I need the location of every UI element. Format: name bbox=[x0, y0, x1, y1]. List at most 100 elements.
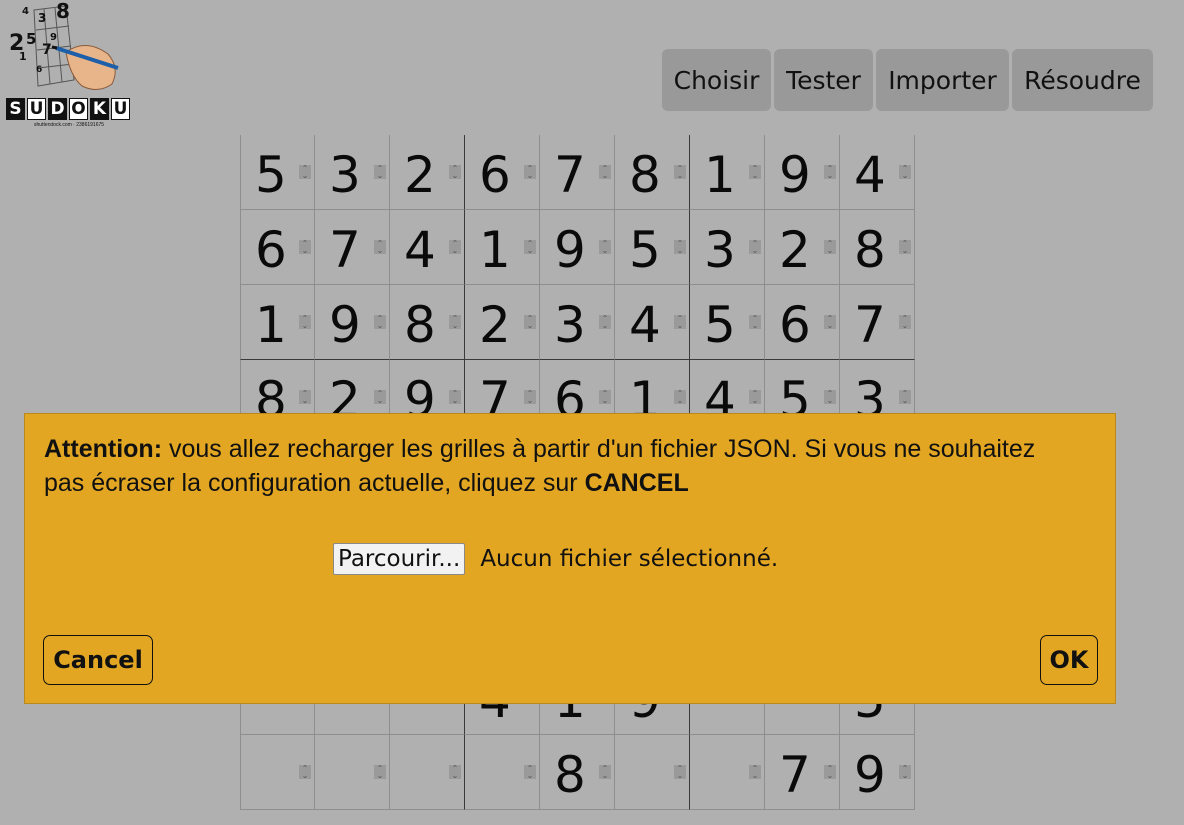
grid-cell[interactable]: ⌃⌄ bbox=[390, 735, 465, 810]
spinner-icon[interactable]: ⌃⌄ bbox=[824, 765, 836, 780]
spinner-icon[interactable]: ⌃⌄ bbox=[524, 315, 536, 330]
grid-cell[interactable]: 7 ⌃ ⌄ bbox=[315, 210, 390, 285]
spinner-icon[interactable]: ⌃⌄ bbox=[824, 240, 836, 255]
spinner-icon[interactable]: ⌃⌄ bbox=[524, 165, 536, 180]
tester-button[interactable]: Tester bbox=[774, 49, 873, 111]
grid-cell[interactable]: 7 ⌃ ⌄ bbox=[765, 735, 840, 810]
grid-cell[interactable]: 9 ⌃⌄ bbox=[840, 735, 915, 810]
spinner-icon[interactable]: ⌃⌄ bbox=[299, 765, 311, 780]
importer-button[interactable]: Importer bbox=[876, 49, 1009, 111]
grid-cell[interactable]: 1 ⌃⌄ bbox=[465, 210, 540, 285]
spinner-icon[interactable]: ⌃⌄ bbox=[749, 390, 761, 405]
logo-letter: O bbox=[69, 98, 88, 120]
spinner-icon[interactable]: ⌃⌄ bbox=[524, 240, 536, 255]
grid-cell[interactable]: 4 ⌃⌄ bbox=[840, 135, 915, 210]
spinner-icon[interactable]: ⌃⌄ bbox=[599, 315, 611, 330]
spinner-icon[interactable]: ⌃⌄ bbox=[899, 390, 911, 405]
spinner-icon[interactable]: ⌃⌄ bbox=[899, 240, 911, 255]
grid-cell[interactable]: 9 ⌃⌄ bbox=[315, 285, 390, 360]
spinner-icon[interactable]: ⌃⌄ bbox=[674, 165, 686, 180]
spinner-icon[interactable]: ⌃⌄ bbox=[749, 315, 761, 330]
cell-value: 7 bbox=[554, 146, 586, 204]
grid-cell[interactable]: 4 ⌃⌄ bbox=[615, 285, 690, 360]
spinner-icon[interactable]: ⌃⌄ bbox=[899, 315, 911, 330]
spinner-icon[interactable]: ⌃⌄ bbox=[599, 390, 611, 405]
grid-cell[interactable]: ⌃⌄ bbox=[240, 735, 315, 810]
spinner-icon[interactable]: ⌃⌄ bbox=[374, 765, 386, 780]
spinner-icon[interactable]: ⌃⌄ bbox=[374, 390, 386, 405]
grid-cell[interactable]: ⌃⌄ bbox=[465, 735, 540, 810]
spinner-icon[interactable]: ⌃⌄ bbox=[824, 315, 836, 330]
grid-cell[interactable]: 8 ⌃ ⌄ bbox=[615, 135, 690, 210]
spinner-icon[interactable]: ⌃⌄ bbox=[674, 765, 686, 780]
spinner-icon[interactable]: ⌃⌄ bbox=[449, 165, 461, 180]
grid-cell[interactable]: 4 ⌃⌄ bbox=[390, 210, 465, 285]
cell-value: 6 bbox=[479, 146, 511, 204]
cell-value: 4 bbox=[629, 296, 661, 354]
logo-word: S U D O K U bbox=[6, 98, 130, 120]
spinner-icon[interactable]: ⌃⌄ bbox=[449, 390, 461, 405]
spinner-icon[interactable]: ⌃⌄ bbox=[374, 315, 386, 330]
grid-cell[interactable]: 2 ⌃ ⌄ bbox=[465, 285, 540, 360]
resoudre-button[interactable]: Résoudre bbox=[1012, 49, 1153, 111]
grid-cell[interactable]: 7 ⌃ ⌄ bbox=[540, 135, 615, 210]
spinner-icon[interactable]: ⌃⌄ bbox=[824, 165, 836, 180]
spinner-icon[interactable]: ⌃⌄ bbox=[824, 390, 836, 405]
spinner-icon[interactable]: ⌃⌄ bbox=[449, 315, 461, 330]
spinner-icon[interactable]: ⌃⌄ bbox=[749, 765, 761, 780]
grid-cell[interactable]: 6 ⌃ ⌄ bbox=[765, 285, 840, 360]
grid-cell[interactable]: ⌃⌄ bbox=[615, 735, 690, 810]
spinner-icon[interactable]: ⌃⌄ bbox=[299, 315, 311, 330]
cell-value: 8 bbox=[554, 746, 586, 804]
spinner-icon[interactable]: ⌃⌄ bbox=[449, 765, 461, 780]
cancel-button[interactable]: Cancel bbox=[43, 635, 153, 685]
cell-value: 9 bbox=[554, 221, 586, 279]
spinner-icon[interactable]: ⌃⌄ bbox=[374, 165, 386, 180]
spinner-icon[interactable]: ⌃⌄ bbox=[749, 165, 761, 180]
grid-cell[interactable]: 3 ⌃ ⌄ bbox=[690, 210, 765, 285]
grid-cell[interactable]: ⌃⌄ bbox=[315, 735, 390, 810]
spinner-icon[interactable]: ⌃⌄ bbox=[299, 390, 311, 405]
grid-cell[interactable]: ⌃⌄ bbox=[690, 735, 765, 810]
grid-cell[interactable]: 2 ⌃ ⌄ bbox=[390, 135, 465, 210]
grid-cell[interactable]: 8 ⌃ ⌄ bbox=[540, 735, 615, 810]
grid-cell[interactable]: 9 ⌃⌄ bbox=[540, 210, 615, 285]
grid-cell[interactable]: 6 ⌃ ⌄ bbox=[465, 135, 540, 210]
spinner-icon[interactable]: ⌃⌄ bbox=[449, 240, 461, 255]
grid-cell[interactable]: 8 ⌃ ⌄ bbox=[840, 210, 915, 285]
no-file-label: Aucun fichier sélectionné. bbox=[480, 546, 779, 572]
spinner-icon[interactable]: ⌃⌄ bbox=[674, 390, 686, 405]
cell-value: 7 bbox=[854, 296, 886, 354]
grid-cell[interactable]: 1 ⌃⌄ bbox=[690, 135, 765, 210]
grid-cell[interactable]: 3 ⌃ ⌄ bbox=[540, 285, 615, 360]
spinner-icon[interactable]: ⌃⌄ bbox=[374, 240, 386, 255]
toolbar: Choisir Tester Importer Résoudre bbox=[662, 49, 1153, 111]
browse-button[interactable]: Parcourir... bbox=[333, 543, 466, 575]
grid-cell[interactable]: 9 ⌃⌄ bbox=[765, 135, 840, 210]
grid-cell[interactable]: 1 ⌃⌄ bbox=[240, 285, 315, 360]
cell-value: 7 bbox=[329, 221, 361, 279]
grid-cell[interactable]: 2 ⌃ ⌄ bbox=[765, 210, 840, 285]
grid-cell[interactable]: 6 ⌃ ⌄ bbox=[240, 210, 315, 285]
spinner-icon[interactable]: ⌃⌄ bbox=[299, 165, 311, 180]
spinner-icon[interactable]: ⌃⌄ bbox=[524, 390, 536, 405]
grid-cell[interactable]: 5 ⌃⌄ bbox=[615, 210, 690, 285]
dialog-message-cancel-word: CANCEL bbox=[584, 469, 689, 497]
spinner-icon[interactable]: ⌃⌄ bbox=[674, 315, 686, 330]
choisir-button[interactable]: Choisir bbox=[662, 49, 771, 111]
spinner-icon[interactable]: ⌃⌄ bbox=[524, 765, 536, 780]
ok-button[interactable]: OK bbox=[1040, 635, 1098, 685]
grid-cell[interactable]: 8 ⌃ ⌄ bbox=[390, 285, 465, 360]
spinner-icon[interactable]: ⌃⌄ bbox=[899, 165, 911, 180]
spinner-icon[interactable]: ⌃⌄ bbox=[674, 240, 686, 255]
grid-cell[interactable]: 7 ⌃ ⌄ bbox=[840, 285, 915, 360]
grid-cell[interactable]: 5 ⌃⌄ bbox=[690, 285, 765, 360]
spinner-icon[interactable]: ⌃⌄ bbox=[599, 765, 611, 780]
spinner-icon[interactable]: ⌃⌄ bbox=[599, 165, 611, 180]
spinner-icon[interactable]: ⌃⌄ bbox=[299, 240, 311, 255]
spinner-icon[interactable]: ⌃⌄ bbox=[749, 240, 761, 255]
grid-cell[interactable]: 3 ⌃ ⌄ bbox=[315, 135, 390, 210]
spinner-icon[interactable]: ⌃⌄ bbox=[599, 240, 611, 255]
grid-cell[interactable]: 5 ⌃⌄ bbox=[240, 135, 315, 210]
spinner-icon[interactable]: ⌃⌄ bbox=[899, 765, 911, 780]
